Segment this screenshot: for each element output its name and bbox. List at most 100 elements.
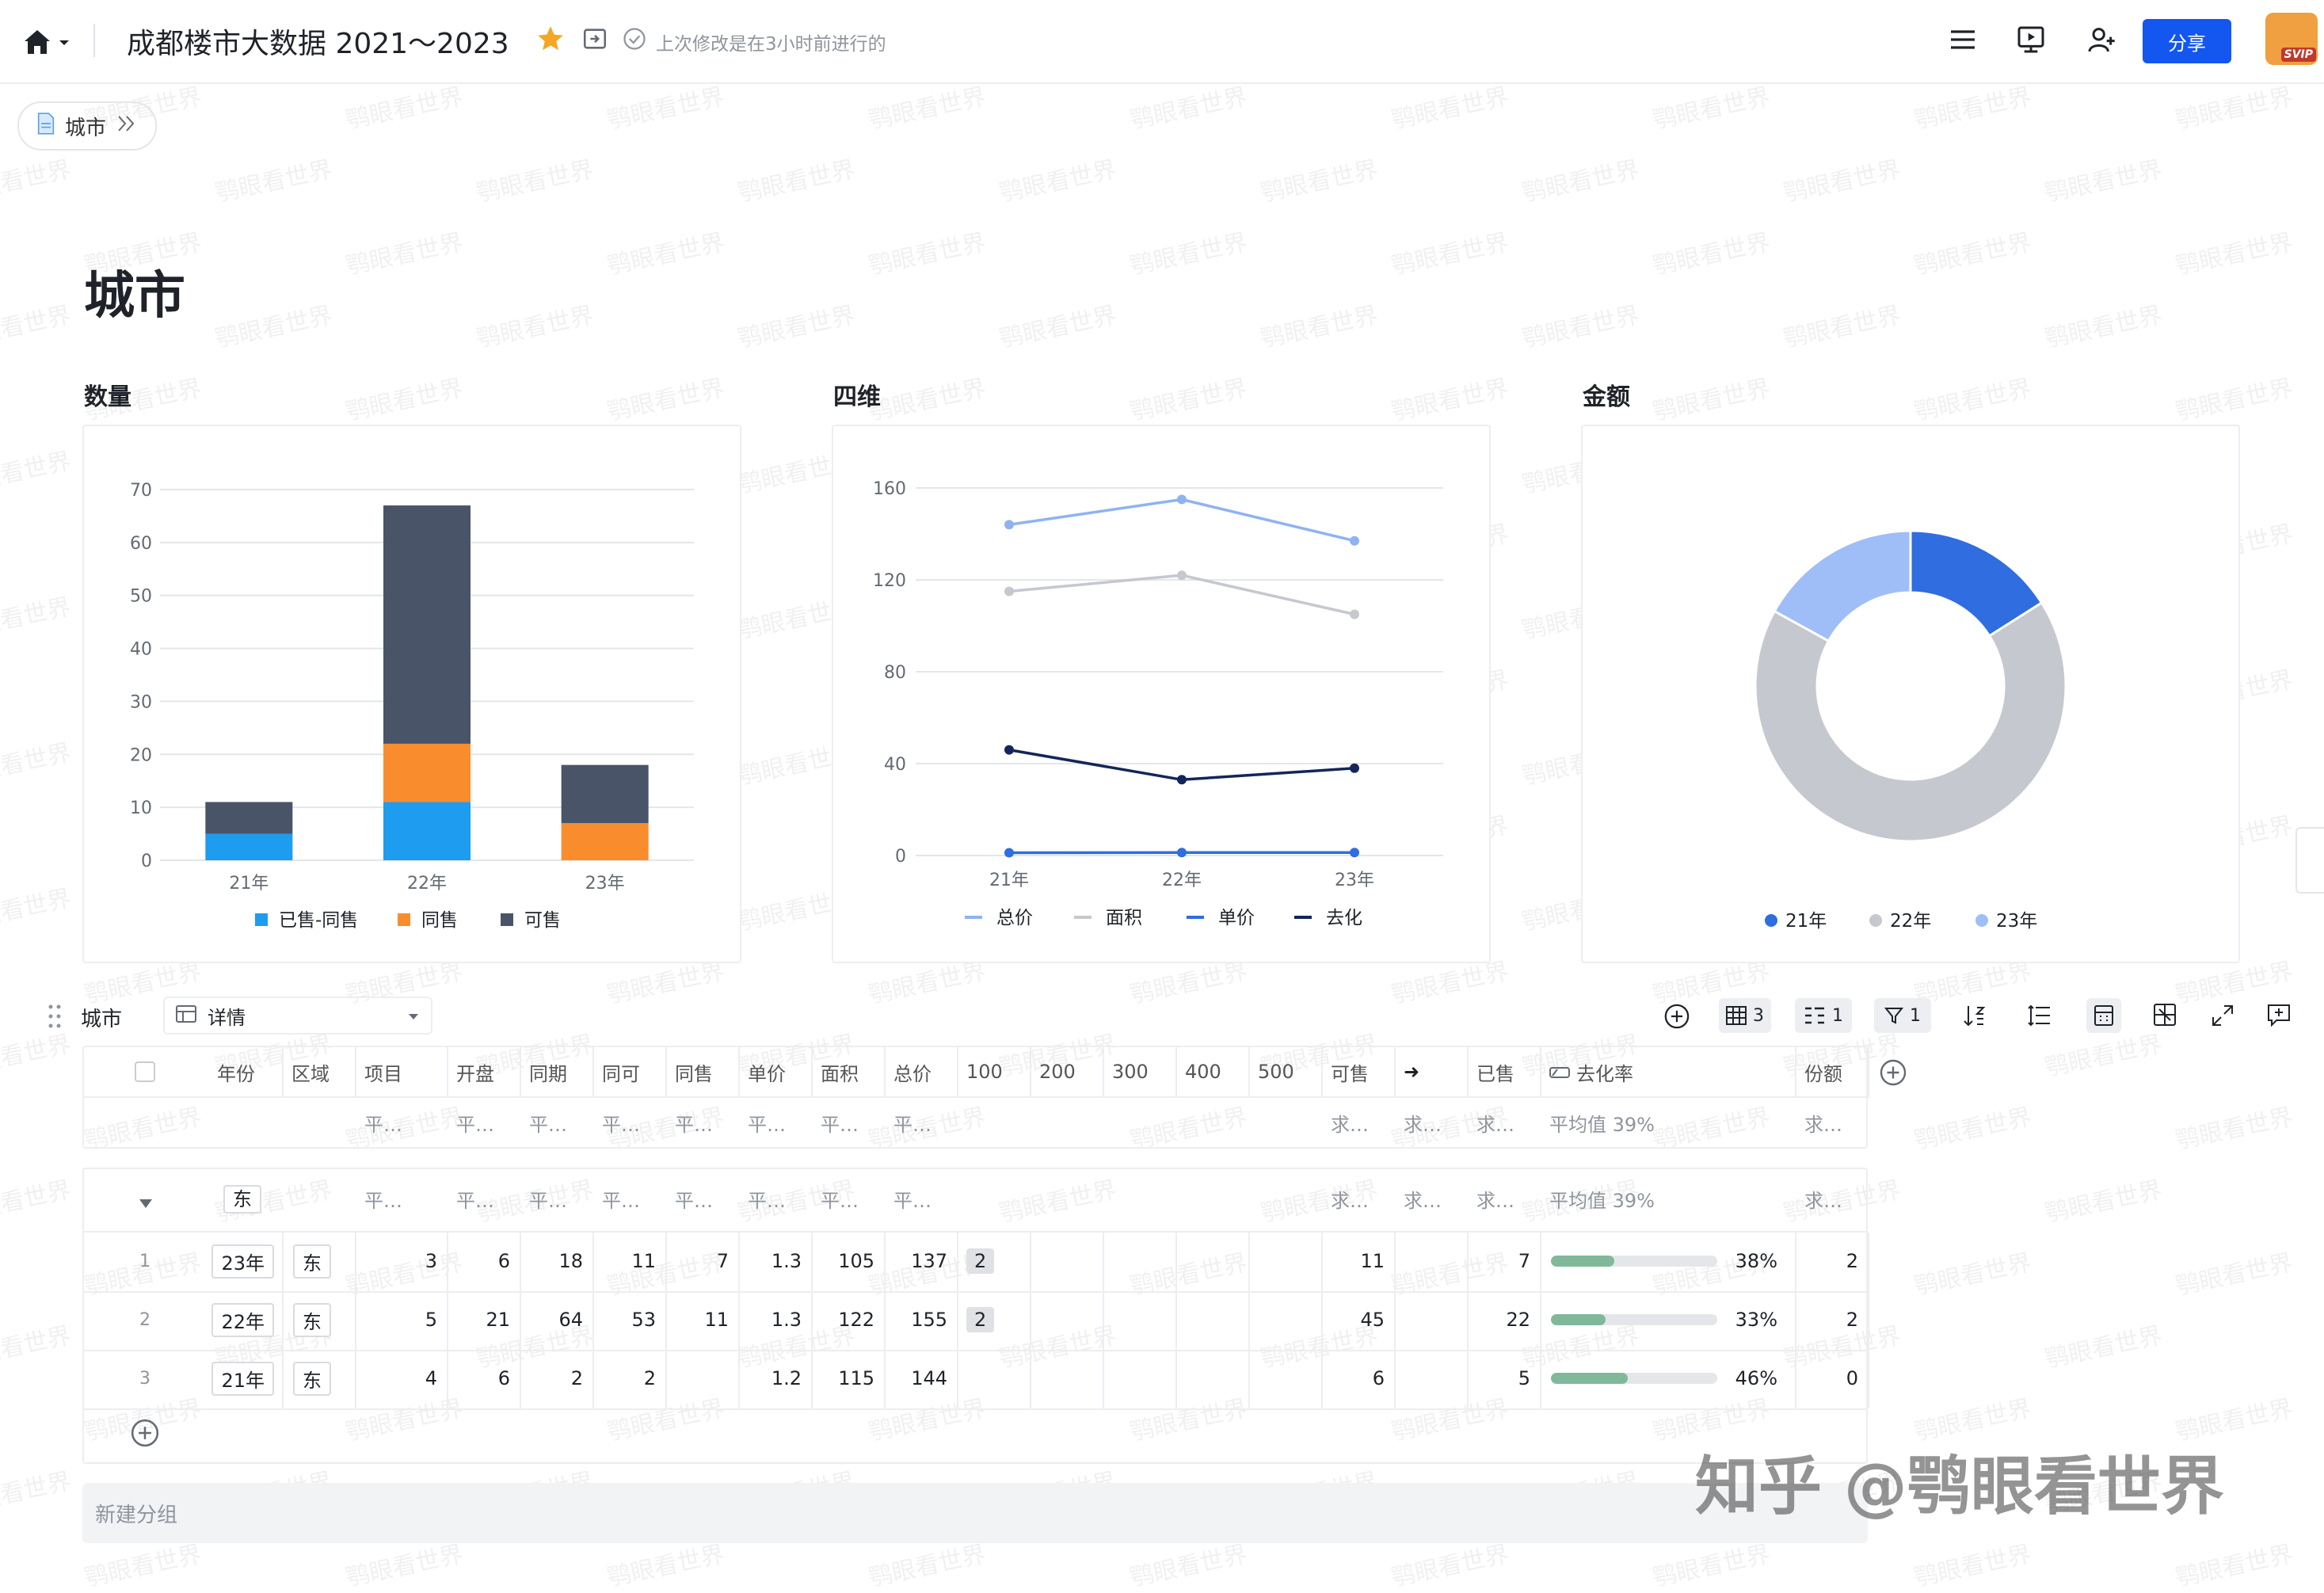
cell-100[interactable]: 2 <box>957 1233 1030 1290</box>
share-button[interactable]: 分享 <box>2143 19 2231 63</box>
column-header-2[interactable]: 区域 <box>282 1046 355 1098</box>
progress-cell[interactable]: 33% <box>1540 1291 1795 1348</box>
cell-100[interactable] <box>957 1350 1030 1407</box>
region-cell[interactable]: 东 <box>282 1350 355 1407</box>
cell-总价[interactable]: 144 <box>884 1350 957 1407</box>
cell-项目[interactable]: 4 <box>355 1350 447 1407</box>
cell-同售[interactable] <box>665 1350 738 1407</box>
column-header-19[interactable]: 去化率 <box>1540 1046 1795 1098</box>
breadcrumb[interactable]: 城市 <box>17 101 157 151</box>
cell-总价[interactable]: 155 <box>884 1291 957 1348</box>
group-button[interactable]: 1 <box>1795 998 1852 1033</box>
select-all-checkbox[interactable] <box>135 1061 155 1082</box>
cell-开盘[interactable]: 6 <box>447 1233 520 1290</box>
new-group-button[interactable]: 新建分组 <box>82 1483 1868 1543</box>
home-dropdown-icon[interactable] <box>59 35 70 50</box>
cell-同期[interactable]: 2 <box>520 1350 592 1407</box>
column-header-18[interactable]: 已售 <box>1467 1046 1540 1098</box>
menu-icon[interactable] <box>1947 24 1979 55</box>
cell-面积[interactable]: 105 <box>811 1233 884 1290</box>
column-header-9[interactable]: 面积 <box>811 1046 884 1098</box>
sort-icon[interactable] <box>1963 1003 1987 1031</box>
calculator-button[interactable] <box>2086 998 2121 1033</box>
column-header-12[interactable]: 200 <box>1030 1046 1103 1098</box>
column-header-13[interactable]: 300 <box>1103 1046 1175 1098</box>
cell-同售[interactable]: 11 <box>665 1291 738 1348</box>
cell-开盘[interactable]: 6 <box>447 1350 520 1407</box>
drag-handle-icon[interactable] <box>48 1003 62 1033</box>
cell-份额[interactable]: 2 <box>1795 1291 1868 1348</box>
table-name[interactable]: 城市 <box>81 1003 122 1032</box>
star-icon[interactable] <box>535 24 566 54</box>
fullscreen-icon[interactable] <box>2212 1004 2234 1030</box>
column-header-15[interactable]: 500 <box>1248 1046 1321 1098</box>
cell-可售[interactable]: 11 <box>1321 1233 1394 1290</box>
cell-同可[interactable]: 11 <box>592 1233 665 1290</box>
cell-同可[interactable]: 53 <box>592 1291 665 1348</box>
column-header-14[interactable]: 400 <box>1175 1046 1248 1098</box>
column-header-8[interactable]: 单价 <box>738 1046 811 1098</box>
group-label-tag[interactable]: 东 <box>223 1183 261 1211</box>
column-header-label: 年份 <box>217 1058 255 1086</box>
column-header-17[interactable]: ➜ <box>1394 1046 1467 1098</box>
watermark-text: 鹗眼看世界 <box>0 441 74 500</box>
column-header-4[interactable]: 开盘 <box>447 1046 520 1098</box>
cell-总价[interactable]: 137 <box>884 1233 957 1290</box>
cell-同售[interactable]: 7 <box>665 1233 738 1290</box>
cell-同期[interactable]: 18 <box>520 1233 592 1290</box>
cell-已售[interactable]: 5 <box>1467 1350 1540 1407</box>
cell-已售[interactable]: 7 <box>1467 1233 1540 1290</box>
region-cell[interactable]: 东 <box>282 1291 355 1348</box>
y-tick-label: 0 <box>141 852 152 871</box>
column-header-10[interactable]: 总价 <box>884 1046 957 1098</box>
cell-同可[interactable]: 2 <box>592 1350 665 1407</box>
column-header-16[interactable]: 可售 <box>1321 1046 1394 1098</box>
cell-单价[interactable]: 1.3 <box>738 1291 811 1348</box>
cell-可售[interactable]: 6 <box>1321 1350 1394 1407</box>
column-header-11[interactable]: 100 <box>957 1046 1030 1098</box>
document-title[interactable]: 成都楼市大数据 2021～2023 <box>127 21 509 62</box>
cell-100[interactable]: 2 <box>957 1291 1030 1348</box>
view-selector[interactable]: 详情 <box>163 997 432 1035</box>
avatar[interactable]: SVIP <box>2265 13 2318 65</box>
cell-面积[interactable]: 115 <box>811 1350 884 1407</box>
column-header-6[interactable]: 同可 <box>592 1046 665 1098</box>
home-icon[interactable] <box>17 24 57 59</box>
cell-开盘[interactable]: 21 <box>447 1291 520 1348</box>
progress-cell[interactable]: 46% <box>1540 1350 1795 1407</box>
column-header-1[interactable]: 年份 <box>208 1046 282 1098</box>
progress-cell[interactable]: 38% <box>1540 1233 1795 1290</box>
expand-double-chevron-icon[interactable] <box>116 113 138 139</box>
fields-button[interactable]: 3 <box>1719 998 1771 1033</box>
cell-项目[interactable]: 3 <box>355 1233 447 1290</box>
region-cell[interactable]: 东 <box>282 1233 355 1290</box>
outline-side-tab[interactable] <box>2295 827 2324 894</box>
comment-icon[interactable] <box>2267 1003 2291 1030</box>
filter-button[interactable]: 1 <box>1874 998 1931 1033</box>
year-cell[interactable]: 21年 <box>208 1350 282 1407</box>
add-view-icon[interactable] <box>1663 1003 1690 1033</box>
collaborator-icon[interactable] <box>2085 24 2118 55</box>
add-column-icon[interactable] <box>1879 1058 1907 1092</box>
year-cell[interactable]: 23年 <box>208 1233 282 1290</box>
cell-单价[interactable]: 1.3 <box>738 1233 811 1290</box>
cell-份额[interactable]: 0 <box>1795 1350 1868 1407</box>
cell-单价[interactable]: 1.2 <box>738 1350 811 1407</box>
cell-已售[interactable]: 22 <box>1467 1291 1540 1348</box>
column-header-3[interactable]: 项目 <box>355 1046 447 1098</box>
row-height-icon[interactable] <box>2028 1004 2052 1030</box>
cell-项目[interactable]: 5 <box>355 1291 447 1348</box>
cell-面积[interactable]: 122 <box>811 1291 884 1348</box>
cell-份额[interactable]: 2 <box>1795 1233 1868 1290</box>
add-row-icon[interactable] <box>130 1418 160 1453</box>
present-icon[interactable] <box>2015 24 2047 55</box>
collapse-grid-icon[interactable] <box>2153 1003 2177 1030</box>
cell-可售[interactable]: 45 <box>1321 1291 1394 1348</box>
group-collapse-icon[interactable] <box>139 1191 152 1214</box>
move-to-icon[interactable] <box>581 25 608 52</box>
column-header-7[interactable]: 同售 <box>665 1046 738 1098</box>
column-header-5[interactable]: 同期 <box>520 1046 592 1098</box>
year-cell[interactable]: 22年 <box>208 1291 282 1348</box>
column-header-20[interactable]: 份额 <box>1795 1046 1868 1098</box>
cell-同期[interactable]: 64 <box>520 1291 592 1348</box>
